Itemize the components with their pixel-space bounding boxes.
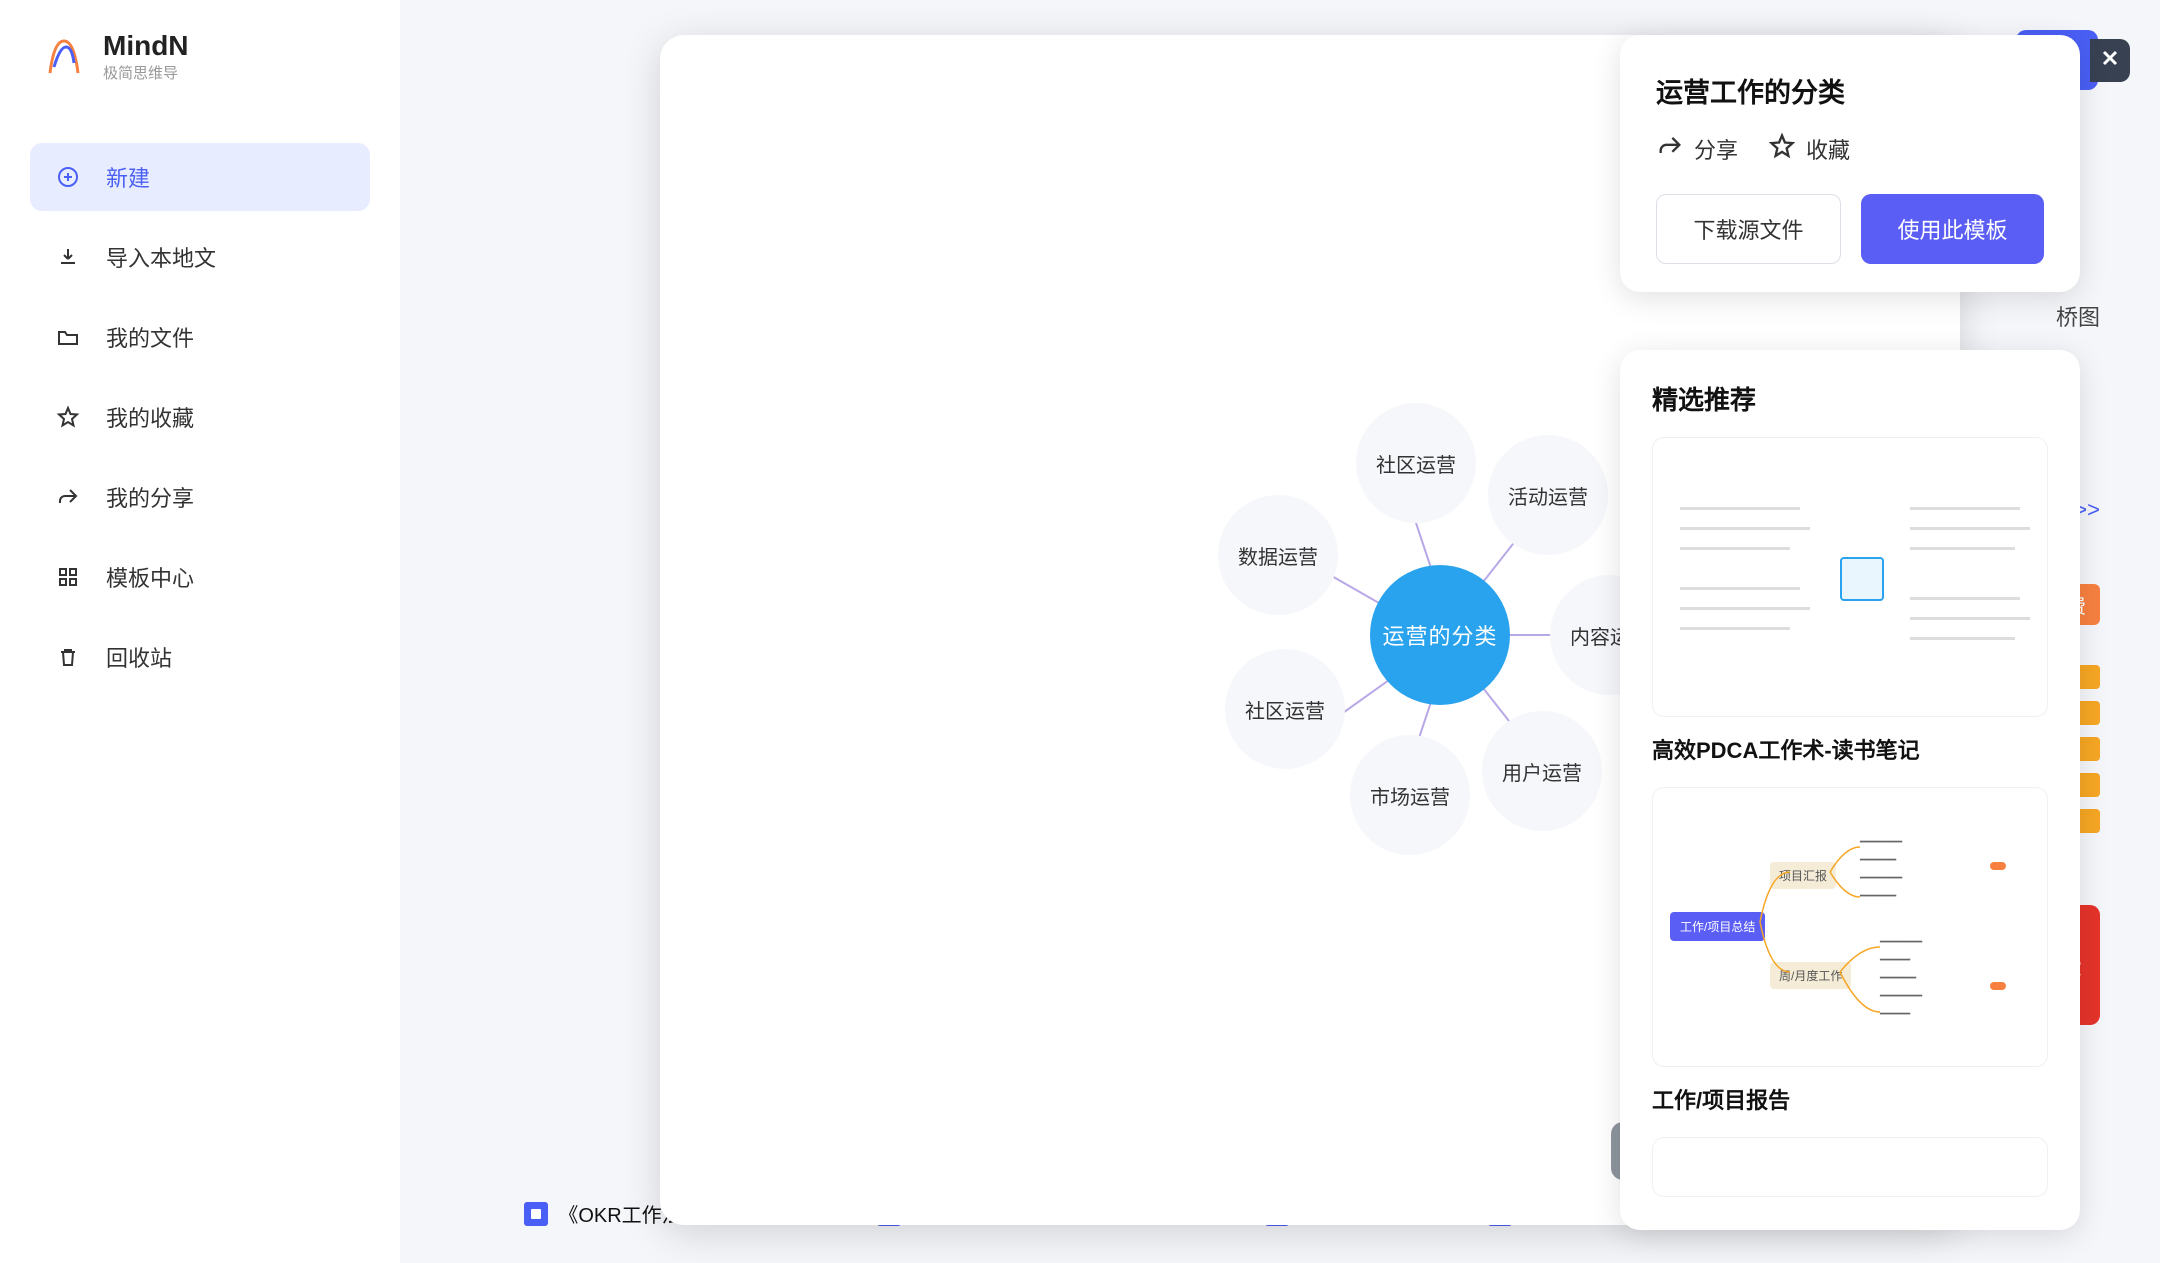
- app-title: MindN: [103, 30, 189, 62]
- star-icon: [54, 403, 82, 431]
- use-template-button[interactable]: 使用此模板: [1861, 194, 2044, 264]
- trash-icon: [54, 643, 82, 671]
- nav-label: 导入本地文: [106, 241, 216, 273]
- logo: MindN 极简思维导: [0, 30, 400, 123]
- nav-label: 我的分享: [106, 481, 194, 513]
- mindmap-node[interactable]: 数据运营: [1218, 495, 1338, 615]
- reco-thumbnail: [1660, 467, 2040, 687]
- share-icon: [54, 483, 82, 511]
- grid-icon: [54, 563, 82, 591]
- star-icon: [1768, 132, 1796, 166]
- reco-card[interactable]: [1652, 437, 2048, 717]
- logo-icon: [40, 33, 88, 81]
- sidebar: MindN 极简思维导 新建 导入本地文 我的文件 我的收藏: [0, 0, 400, 1263]
- doc-icon: [524, 1202, 548, 1226]
- reco-item-name: 高效PDCA工作术-读书笔记: [1652, 733, 2048, 765]
- share-icon: [1656, 132, 1684, 166]
- mindmap-node[interactable]: 活动运营: [1488, 435, 1608, 555]
- close-button[interactable]: [2090, 39, 2130, 82]
- folder-icon: [54, 323, 82, 351]
- plus-circle-icon: [54, 163, 82, 191]
- nav-files[interactable]: 我的文件: [30, 303, 370, 371]
- nav-favorites[interactable]: 我的收藏: [30, 383, 370, 451]
- share-label: 分享: [1694, 133, 1738, 165]
- nav-templates[interactable]: 模板中心: [30, 543, 370, 611]
- main: 册 圆圈图 桥图 多 >> 免费 免费 CA 《OKR工作法》-读书笔记 创新思…: [400, 0, 2160, 1263]
- bg-category: 桥图: [2056, 300, 2100, 332]
- download-icon: [54, 243, 82, 271]
- nav-label: 模板中心: [106, 561, 194, 593]
- mindmap-node[interactable]: 社区运营: [1225, 649, 1345, 769]
- close-icon: [2098, 46, 2122, 75]
- reco-thumbnail: 工作/项目总结 项目汇报 周/月度工作 ━━━━━━━ ━━━━━━ ━━━━━…: [1660, 817, 2040, 1037]
- reco-item-name: 工作/项目报告: [1652, 1083, 2048, 1115]
- nav-label: 回收站: [106, 641, 172, 673]
- mindmap-center-node[interactable]: 运营的分类: [1370, 565, 1510, 705]
- template-info-panel: 运营工作的分类 分享 收藏 下载源文件 使用此模板: [1620, 35, 2080, 292]
- mindmap-node[interactable]: 用户运营: [1482, 711, 1602, 831]
- nav-trash[interactable]: 回收站: [30, 623, 370, 691]
- favorite-label: 收藏: [1806, 133, 1850, 165]
- recommendations-panel: 精选推荐 高效PDCA工作术-读书笔: [1620, 350, 2080, 1230]
- nav-label: 我的收藏: [106, 401, 194, 433]
- nav-shares[interactable]: 我的分享: [30, 463, 370, 531]
- info-title: 运营工作的分类: [1656, 71, 2044, 110]
- reco-card[interactable]: 工作/项目总结 项目汇报 周/月度工作 ━━━━━━━ ━━━━━━ ━━━━━…: [1652, 787, 2048, 1067]
- share-action[interactable]: 分享: [1656, 132, 1738, 166]
- nav-import[interactable]: 导入本地文: [30, 223, 370, 291]
- reco-title: 精选推荐: [1652, 380, 2048, 417]
- app-subtitle: 极简思维导: [103, 62, 189, 83]
- reco-card[interactable]: [1652, 1137, 2048, 1197]
- nav: 新建 导入本地文 我的文件 我的收藏 我的分享 模板中心: [0, 123, 400, 711]
- nav-new[interactable]: 新建: [30, 143, 370, 211]
- download-source-button[interactable]: 下载源文件: [1656, 194, 1841, 264]
- favorite-action[interactable]: 收藏: [1768, 132, 1850, 166]
- mindmap-node[interactable]: 社区运营: [1356, 403, 1476, 523]
- nav-label: 我的文件: [106, 321, 194, 353]
- nav-label: 新建: [106, 161, 150, 193]
- mindmap-node[interactable]: 市场运营: [1350, 735, 1470, 855]
